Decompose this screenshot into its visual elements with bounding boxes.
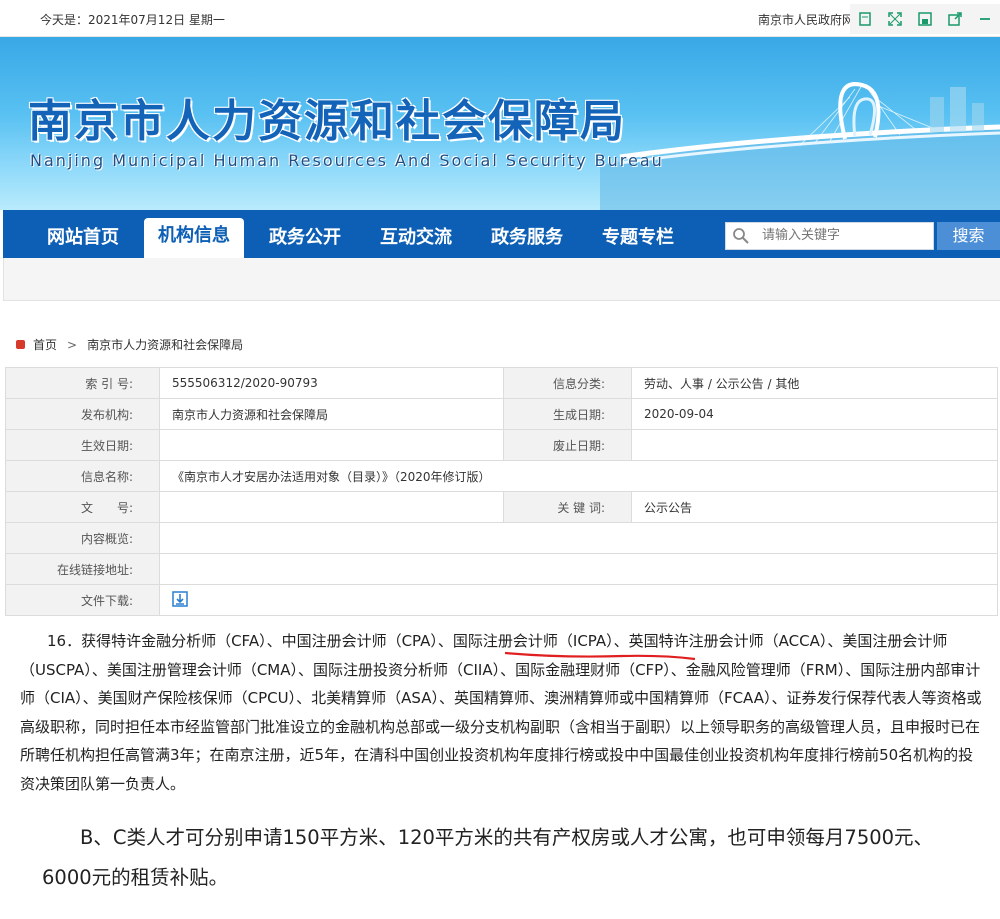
site-subtitle: Nanjing Municipal Human Resources And So… [30, 151, 664, 170]
red-underline-annotation [504, 651, 696, 661]
index-label: 索 引 号: [5, 367, 160, 399]
site-banner: 南京市人力资源和社会保障局 Nanjing Municipal Human Re… [0, 37, 1000, 210]
publisher-label: 发布机构: [5, 398, 160, 430]
article-paragraph-bc: B、C类人才可分别申请150平方米、120平方米的共有产权房或人才公寓，也可申领… [42, 826, 934, 889]
main-nav: 网站首页 机构信息 政务公开 互动交流 政务服务 专题专栏 搜索 [3, 210, 1000, 258]
effective-value [159, 429, 504, 461]
docno-value [159, 491, 504, 523]
breadcrumb: 首页 > 南京市人力资源和社会保障局 [16, 336, 243, 353]
table-row: 生效日期: 废止日期: [5, 429, 998, 461]
nav-item-interaction[interactable]: 互动交流 [366, 220, 466, 258]
download-icon[interactable] [172, 590, 188, 607]
table-row: 内容概览: [5, 522, 998, 554]
link-label: 在线链接地址: [5, 553, 160, 585]
breadcrumb-current[interactable]: 南京市人力资源和社会保障局 [87, 336, 243, 353]
effective-label: 生效日期: [5, 429, 160, 461]
home-marker-icon [16, 340, 25, 349]
docno-label: 文 号: [5, 491, 160, 523]
index-value: 555506312/2020-90793 [159, 367, 504, 399]
document-info-table: 索 引 号: 555506312/2020-90793 信息分类: 劳动、人事 … [5, 367, 998, 616]
nav-item-org-info[interactable]: 机构信息 [144, 218, 244, 258]
table-row: 发布机构: 南京市人力资源和社会保障局 生成日期: 2020-09-04 [5, 398, 998, 430]
nav-item-gov-affairs[interactable]: 政务公开 [255, 220, 355, 258]
search-button[interactable]: 搜索 [937, 222, 1000, 250]
search-input[interactable] [762, 226, 922, 244]
abolish-label: 废止日期: [503, 429, 632, 461]
link-value[interactable] [159, 553, 998, 585]
table-row: 在线链接地址: [5, 553, 998, 585]
current-date: 今天是：2021年07月12日 星期一 [40, 13, 225, 27]
download-label: 文件下载: [5, 584, 160, 616]
category-value: 劳动、人事 / 公示公告 / 其他 [631, 367, 998, 399]
bridge-illustration [600, 82, 1000, 210]
nav-item-services[interactable]: 政务服务 [477, 220, 577, 258]
breadcrumb-separator: > [67, 337, 78, 352]
overview-label: 内容概览: [5, 522, 160, 554]
created-label: 生成日期: [503, 398, 632, 430]
created-value: 2020-09-04 [631, 398, 998, 430]
nav-item-home[interactable]: 网站首页 [33, 220, 133, 258]
search-icon [732, 227, 750, 249]
nav-item-topics[interactable]: 专题专栏 [588, 220, 688, 258]
table-row: 索 引 号: 555506312/2020-90793 信息分类: 劳动、人事 … [5, 367, 998, 399]
table-row: 文 号: 关 键 词: 公示公告 [5, 491, 998, 523]
abolish-value [631, 429, 998, 461]
save-icon[interactable] [914, 8, 936, 30]
search-box [725, 222, 934, 250]
keywords-value: 公示公告 [631, 491, 998, 523]
page-icon[interactable] [854, 8, 876, 30]
category-label: 信息分类: [503, 367, 632, 399]
name-label: 信息名称: [5, 460, 160, 492]
fullscreen-icon[interactable] [884, 8, 906, 30]
name-value: 《南京市人才安居办法适用对象（目录）》（2020年修订版） [159, 460, 998, 492]
keywords-label: 关 键 词: [503, 491, 632, 523]
table-row: 信息名称: 《南京市人才安居办法适用对象（目录）》（2020年修订版） [5, 460, 998, 492]
breadcrumb-home[interactable]: 首页 [33, 336, 57, 353]
publisher-value: 南京市人力资源和社会保障局 [159, 398, 504, 430]
overview-value [159, 522, 998, 554]
share-icon[interactable] [944, 8, 966, 30]
site-title: 南京市人力资源和社会保障局 [28, 96, 626, 147]
sub-nav-bar [3, 258, 1000, 301]
browser-tools [850, 4, 1000, 34]
gov-portal-link[interactable]: 南京市人民政府网 [758, 11, 850, 28]
download-cell [159, 584, 998, 616]
minimize-icon[interactable] [974, 8, 996, 30]
top-bar: 今天是：2021年07月12日 星期一 南京市人民政府网 [0, 0, 1000, 37]
table-row: 文件下载: [5, 584, 998, 616]
